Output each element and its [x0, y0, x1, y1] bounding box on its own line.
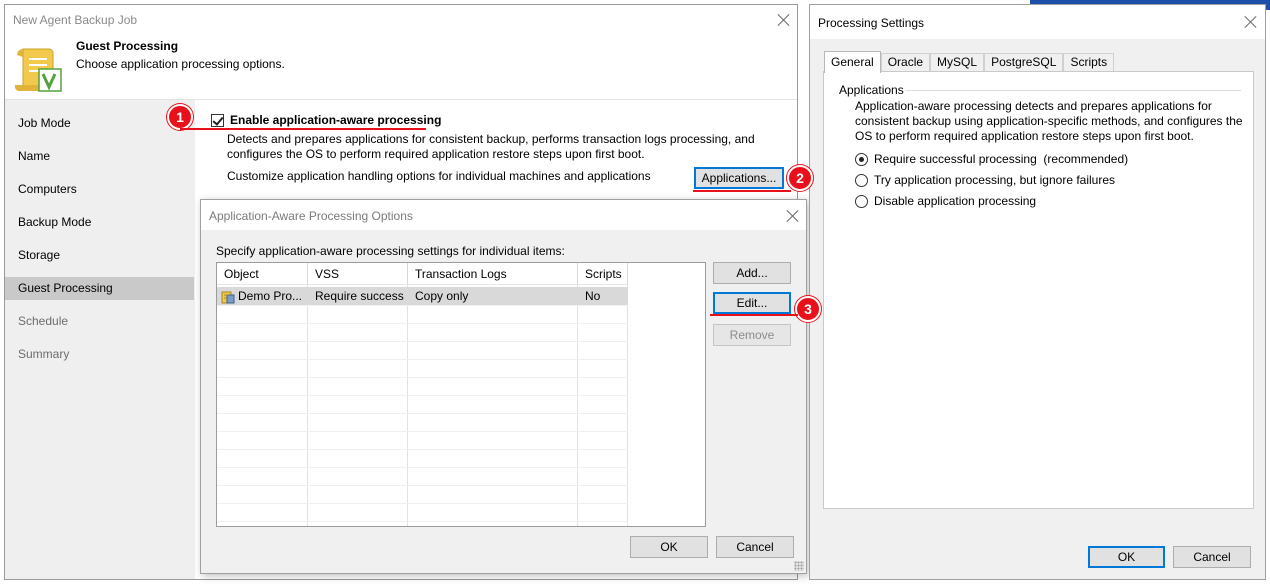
callout-underline-3 [710, 314, 798, 316]
ps-title: Processing Settings [818, 16, 925, 30]
radio-require-successful[interactable]: Require successful processing (recommend… [855, 152, 1128, 166]
nav-item-guest-processing[interactable]: Guest Processing [5, 277, 194, 300]
radio-disable-processing[interactable]: Disable application processing [855, 194, 1036, 208]
enable-app-aware-label[interactable]: Enable application-aware processing [230, 113, 441, 127]
object-name: Demo Pro... [238, 289, 303, 303]
aao-title: Application-Aware Processing Options [209, 209, 413, 223]
table-cell-scripts: No [585, 289, 601, 303]
settings-tabs: General Oracle MySQL PostgreSQL Scripts [824, 51, 1115, 73]
radio-label[interactable]: Try application processing, but ignore f… [874, 173, 1115, 187]
enable-app-aware-row[interactable]: Enable application-aware processing [211, 113, 441, 127]
ok-button[interactable]: OK [630, 536, 708, 558]
applications-button[interactable]: Applications... [694, 167, 784, 189]
column-header-object[interactable]: Object [217, 263, 308, 285]
radio-button[interactable] [855, 173, 868, 187]
column-header-scripts[interactable]: Scripts [578, 263, 628, 285]
nav-item-backup-mode[interactable]: Backup Mode [5, 211, 194, 234]
table-row[interactable]: Demo Pro... Require success Copy only No [217, 287, 628, 305]
step-subtitle: Choose application processing options. [76, 57, 285, 71]
radio-button[interactable] [855, 152, 868, 166]
app-aware-options-dialog: Application-Aware Processing Options Spe… [200, 199, 807, 574]
wizard-title: New Agent Backup Job [13, 13, 138, 27]
grid-line [217, 305, 628, 306]
grid-line [217, 521, 628, 522]
tab-scripts[interactable]: Scripts [1063, 53, 1115, 72]
nav-item-summary[interactable]: Summary [5, 343, 194, 366]
remove-button[interactable]: Remove [713, 324, 791, 346]
grid-line [217, 377, 628, 378]
grid-line [217, 359, 628, 360]
grid-line [217, 467, 628, 468]
radio-label[interactable]: Disable application processing [874, 194, 1036, 208]
callout-badge-3: 3 [795, 296, 821, 322]
wizard-sidebar: Job Mode Name Computers Backup Mode Stor… [5, 100, 195, 579]
callout-underline-2 [693, 190, 791, 192]
wizard-titlebar: New Agent Backup Job [5, 5, 797, 35]
table-cell-object: Demo Pro... [217, 287, 308, 305]
tab-mysql[interactable]: MySQL [930, 53, 985, 72]
add-button[interactable]: Add... [713, 262, 791, 284]
grid-line [217, 485, 628, 486]
tab-oracle[interactable]: Oracle [880, 53, 931, 72]
tab-general[interactable]: General [824, 51, 881, 73]
grid-line [217, 449, 628, 450]
table-cell-vss: Require success [315, 289, 404, 303]
applications-group-label: Applications [839, 83, 904, 97]
close-icon[interactable] [786, 209, 800, 223]
nav-item-storage[interactable]: Storage [5, 244, 194, 267]
grid-line [217, 341, 628, 342]
column-header-vss[interactable]: VSS [308, 263, 408, 285]
grid-line [217, 413, 628, 414]
column-header-transaction-logs[interactable]: Transaction Logs [408, 263, 578, 285]
ok-button[interactable]: OK [1088, 546, 1165, 568]
grid-line [217, 323, 628, 324]
document-check-icon [13, 45, 65, 95]
cancel-button[interactable]: Cancel [1173, 546, 1251, 568]
group-divider [906, 90, 1241, 91]
radio-button[interactable] [855, 194, 868, 208]
grid-line [217, 431, 628, 432]
callout-badge-1: 1 [167, 104, 193, 130]
processing-settings-dialog: Processing Settings General Oracle MySQL… [809, 4, 1266, 580]
edit-button[interactable]: Edit... [713, 292, 791, 314]
step-title: Guest Processing [76, 39, 179, 53]
tab-postgresql[interactable]: PostgreSQL [984, 53, 1064, 72]
general-tab-panel: Applications Application-aware processin… [823, 71, 1254, 509]
grid-line [217, 503, 628, 504]
nav-item-schedule[interactable]: Schedule [5, 310, 194, 333]
resize-grip[interactable] [794, 561, 804, 571]
customize-text: Customize application handling options f… [227, 169, 651, 183]
enable-app-aware-checkbox[interactable] [211, 113, 224, 127]
server-icon [221, 290, 235, 304]
radio-label[interactable]: Require successful processing (recommend… [874, 152, 1128, 166]
ps-titlebar: Processing Settings [810, 5, 1265, 39]
close-icon[interactable] [777, 13, 791, 27]
nav-item-computers[interactable]: Computers [5, 178, 194, 201]
callout-badge-2: 2 [787, 165, 813, 191]
grid-line [217, 395, 628, 396]
app-aware-description: Detects and prepares applications for co… [227, 132, 755, 161]
close-icon[interactable] [1244, 15, 1258, 29]
radio-try-ignore-failures[interactable]: Try application processing, but ignore f… [855, 173, 1115, 187]
aao-prompt: Specify application-aware processing set… [216, 244, 565, 258]
aao-titlebar: Application-Aware Processing Options [201, 200, 806, 230]
items-table[interactable]: Object VSS Transaction Logs Scripts Demo… [216, 262, 706, 527]
nav-item-name[interactable]: Name [5, 145, 194, 168]
nav-item-job-mode[interactable]: Job Mode [5, 112, 194, 135]
applications-description: Application-aware processing detects and… [855, 99, 1243, 143]
cancel-button[interactable]: Cancel [716, 536, 794, 558]
callout-underline-1 [180, 128, 426, 130]
table-cell-logs: Copy only [415, 289, 469, 303]
